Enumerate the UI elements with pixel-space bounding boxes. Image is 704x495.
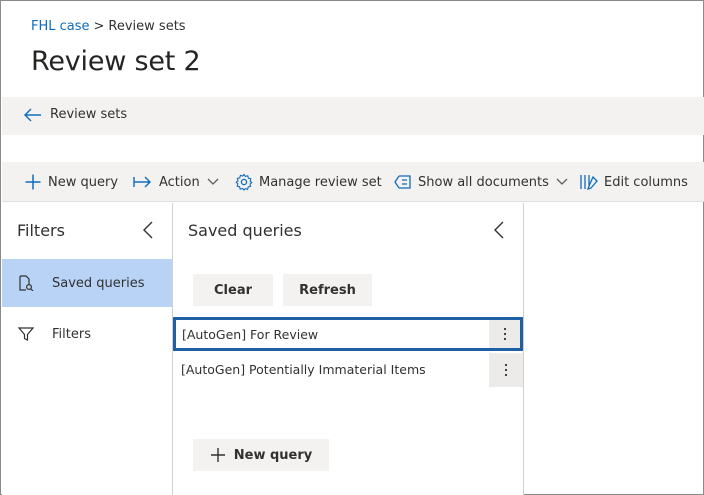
saved-queries-panel: Saved queries Clear Refresh [AutoGen] Fo…	[173, 203, 524, 495]
app-window: FHL case > Review sets Review set 2 Review…	[0, 0, 704, 495]
back-link-label: Review sets	[50, 107, 128, 122]
collapse-filters-panel-button[interactable]	[138, 218, 158, 242]
action-menu-button[interactable]: Action	[133, 162, 219, 202]
add-new-query-button[interactable]: New query	[193, 439, 329, 471]
refresh-button[interactable]: Refresh	[283, 274, 372, 306]
more-options-button[interactable]	[489, 320, 520, 348]
more-options-button[interactable]	[489, 353, 523, 387]
page-title: Review set 2	[31, 46, 201, 77]
new-query-command-label: New query	[48, 174, 119, 190]
new-query-command[interactable]: New query	[24, 162, 118, 202]
filters-panel: Filters Saved queries Filters	[2, 203, 173, 495]
saved-query-row[interactable]: [AutoGen] Potentially Immaterial Items	[173, 353, 523, 387]
document-view-icon	[394, 175, 412, 189]
show-all-documents-label: Show all documents	[418, 174, 549, 190]
arrow-left-icon	[24, 108, 41, 121]
chevron-down-icon	[556, 178, 568, 186]
back-bar: Review sets	[2, 97, 704, 135]
breadcrumb: FHL case > Review sets	[31, 19, 186, 34]
plus-icon	[210, 448, 225, 462]
saved-query-icon	[18, 275, 34, 291]
gear-icon	[235, 173, 253, 191]
edit-columns-button[interactable]: Edit columns	[580, 162, 688, 202]
plus-icon	[24, 173, 42, 191]
sidebar-item-label: Saved queries	[52, 275, 145, 291]
sidebar-item-filters[interactable]: Filters	[2, 310, 172, 358]
chevron-left-icon	[494, 221, 504, 239]
saved-queries-panel-title: Saved queries	[188, 221, 302, 240]
collapse-saved-queries-panel-button[interactable]	[489, 218, 509, 242]
more-vertical-icon	[503, 327, 506, 341]
sidebar-item-label: Filters	[52, 326, 91, 342]
breadcrumb-current: Review sets	[108, 19, 186, 34]
saved-query-label: [AutoGen] For Review	[182, 327, 319, 342]
saved-query-label: [AutoGen] Potentially Immaterial Items	[181, 362, 426, 377]
add-new-query-label: New query	[233, 447, 313, 463]
chevron-left-icon	[143, 221, 153, 239]
chevron-down-icon	[207, 178, 219, 186]
action-menu-label: Action	[159, 174, 200, 190]
breadcrumb-separator: >	[93, 19, 105, 34]
command-bar: New query Action Manage review set Show …	[2, 162, 704, 202]
funnel-icon	[18, 326, 34, 342]
manage-review-set-label: Manage review set	[259, 174, 382, 190]
clear-button[interactable]: Clear	[193, 274, 273, 306]
edit-columns-icon	[580, 174, 598, 190]
arrow-right-to-bar-icon	[133, 175, 153, 189]
breadcrumb-link-case[interactable]: FHL case	[31, 19, 90, 34]
saved-query-row[interactable]: [AutoGen] For Review	[173, 317, 523, 351]
back-to-review-sets-button[interactable]: Review sets	[24, 107, 127, 122]
sidebar-item-saved-queries[interactable]: Saved queries	[2, 259, 172, 307]
show-all-documents-menu-button[interactable]: Show all documents	[394, 162, 568, 202]
more-vertical-icon	[504, 363, 508, 377]
manage-review-set-button[interactable]: Manage review set	[235, 162, 382, 202]
edit-columns-label: Edit columns	[604, 174, 688, 190]
filters-panel-title: Filters	[17, 221, 65, 240]
